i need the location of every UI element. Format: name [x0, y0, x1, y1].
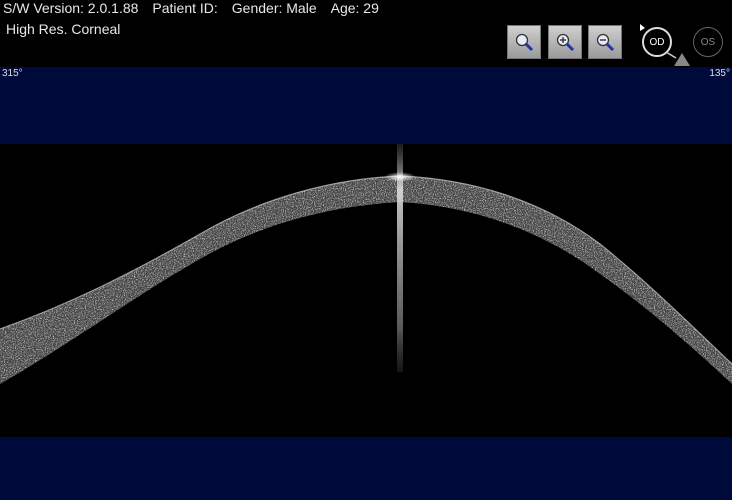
zoom-out-icon [596, 33, 615, 52]
angle-left-label: 315° [2, 68, 23, 79]
cursor-arrow-icon [640, 24, 645, 31]
apex-reflection [384, 172, 416, 182]
angle-right-label: 135° [709, 68, 730, 79]
lower-band [0, 437, 732, 500]
corneal-scan-image [0, 144, 732, 384]
search-icon [515, 33, 534, 52]
upper-band [0, 67, 732, 144]
warning-triangle-icon [674, 53, 690, 66]
info-header: S/W Version: 2.0.1.88 Patient ID: Gender: … [3, 0, 393, 16]
scan-type-label: High Res. Corneal [6, 21, 121, 37]
age: Age: 29 [330, 0, 379, 16]
patient-id: Patient ID: [152, 0, 218, 16]
cornea-cross-section [0, 175, 732, 384]
sw-version: S/W Version: 2.0.1.88 [3, 0, 139, 16]
eye-selector-pointer [640, 24, 690, 66]
magnifier-button[interactable] [507, 25, 541, 59]
gender: Gender: Male [231, 0, 317, 16]
zoom-in-button[interactable] [548, 25, 582, 59]
zoom-in-icon [556, 33, 575, 52]
zoom-out-button[interactable] [588, 25, 622, 59]
